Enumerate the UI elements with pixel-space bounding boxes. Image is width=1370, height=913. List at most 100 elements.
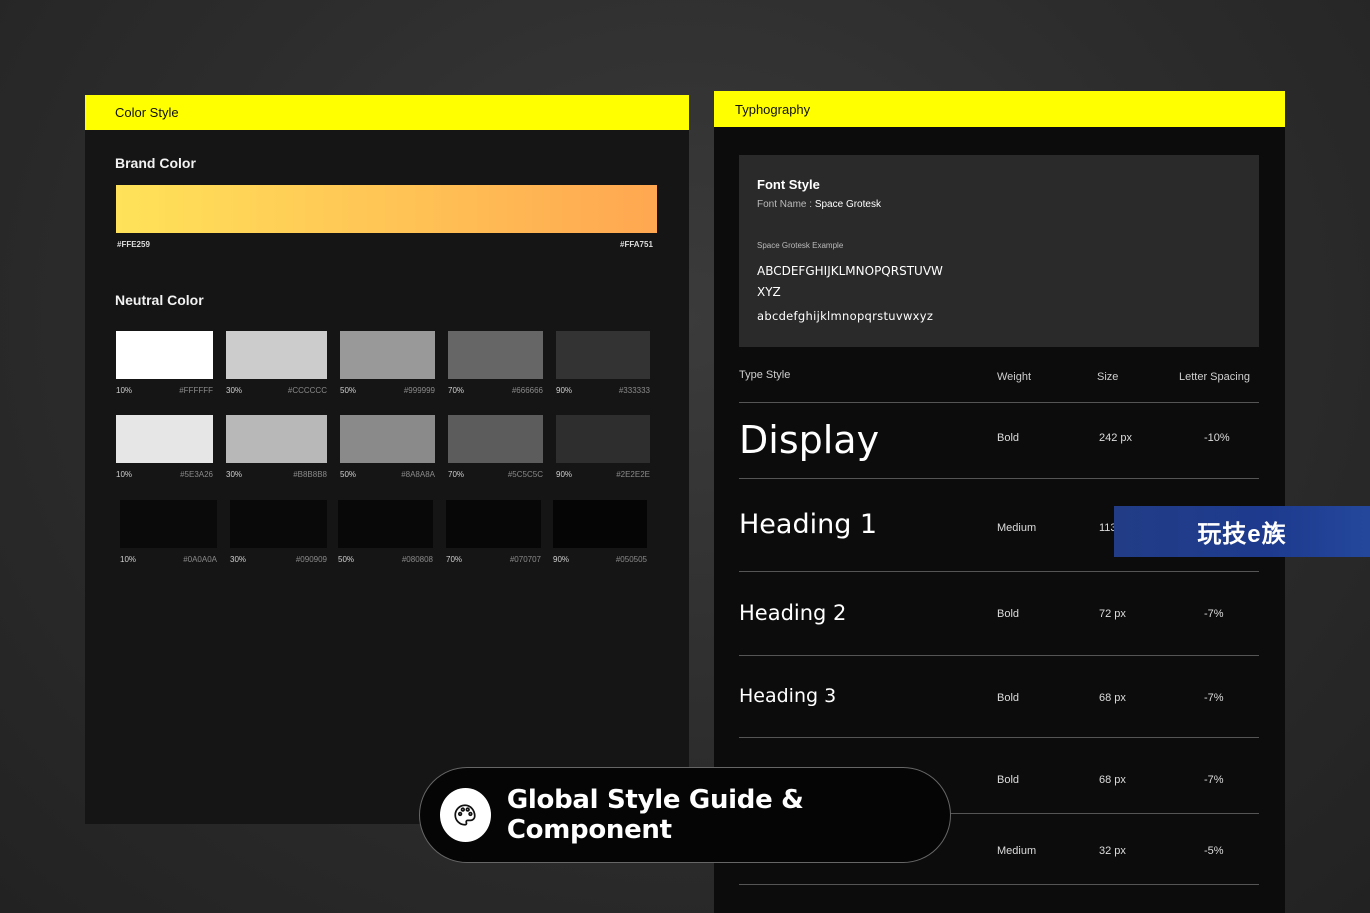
swatch-hex: #080808 [401, 555, 433, 564]
swatch-label: 70% #070707 [446, 555, 541, 564]
neutral-swatch [116, 331, 213, 379]
swatch-percent: 70% [448, 386, 465, 395]
swatch-hex: #070707 [509, 555, 541, 564]
font-style-title: Font Style [757, 177, 820, 192]
swatch-label: 30% #CCCCCC [226, 386, 327, 395]
swatch-label: 70% #5C5C5C [448, 470, 543, 479]
swatch-label: 10% #5E3A26 [116, 470, 213, 479]
swatch-hex: #999999 [403, 386, 435, 395]
neutral-swatch [116, 415, 213, 463]
type-spacing-value: -10% [1204, 432, 1230, 444]
neutral-swatch [340, 331, 435, 379]
swatch-percent: 50% [340, 470, 357, 479]
col-size: Size [1097, 371, 1119, 383]
swatch-percent: 90% [556, 386, 573, 395]
swatch-label: 30% #090909 [230, 555, 327, 564]
type-spacing-value: -7% [1204, 608, 1224, 620]
type-weight-value: Bold [997, 432, 1020, 444]
type-style-name: Heading 1 [739, 509, 878, 540]
uppercase-sample-1: ABCDEFGHIJKLMNOPQRSTUVW [757, 264, 943, 278]
swatch-label: 90% #050505 [553, 555, 647, 564]
type-weight-value: Bold [997, 608, 1020, 620]
type-weight-value: Bold [997, 774, 1020, 786]
col-weight: Weight [997, 371, 1032, 383]
swatch-hex: #090909 [295, 555, 327, 564]
lowercase-sample: abcdefghijklmnopqrstuvwxyz [757, 309, 934, 323]
swatch-label: 50% #080808 [338, 555, 433, 564]
swatch-percent: 30% [226, 470, 243, 479]
neutral-swatch [446, 500, 541, 548]
color-style-panel: Color Style Brand Color #FFE259 #FFA751 … [85, 95, 689, 824]
swatch-percent: 10% [120, 555, 137, 564]
neutral-swatch [226, 331, 327, 379]
neutral-swatch [226, 415, 327, 463]
swatch-percent: 30% [226, 386, 243, 395]
font-name-line: Font Name : Space Grotesk [757, 199, 881, 210]
swatch-hex: #8A8A8A [401, 470, 435, 479]
color-style-header: Color Style [85, 95, 689, 130]
swatch-percent: 10% [116, 470, 133, 479]
type-size-value: 72 px [1099, 608, 1126, 620]
swatch-percent: 70% [448, 470, 465, 479]
type-size-value: 68 px [1099, 774, 1126, 786]
swatch-percent: 30% [230, 555, 247, 564]
banner-title: Global Style Guide & Component [506, 785, 804, 845]
swatch-label: 90% #2E2E2E [556, 470, 650, 479]
swatch-percent: 90% [553, 555, 570, 564]
type-spacing-value: -7% [1204, 774, 1224, 786]
swatch-hex: #5E3A26 [180, 470, 213, 479]
style-guide-banner: Global Style Guide & Component [419, 767, 951, 863]
swatch-hex: #666666 [511, 386, 543, 395]
swatch-label: 30% #B8B8B8 [226, 470, 327, 479]
swatch-percent: 10% [116, 386, 133, 395]
type-size-value: 242 px [1099, 432, 1133, 444]
row-divider [739, 478, 1259, 479]
brand-end-hex: #FFA751 [620, 240, 653, 249]
type-style-name: Heading 3 [739, 685, 837, 707]
neutral-swatch [556, 415, 650, 463]
type-size-value: 68 px [1099, 692, 1126, 704]
neutral-swatch [230, 500, 327, 548]
neutral-swatch [340, 415, 435, 463]
neutral-swatch [448, 331, 543, 379]
type-size-value: 32 px [1099, 845, 1126, 857]
swatch-label: 10% #0A0A0A [120, 555, 217, 564]
type-style-name: Display [739, 418, 880, 462]
font-name-value: Space Grotesk [814, 199, 881, 210]
row-divider [739, 884, 1259, 885]
neutral-swatch [448, 415, 543, 463]
uppercase-sample-2: XYZ [757, 285, 781, 299]
neutral-color-title: Neutral Color [115, 292, 204, 308]
swatch-label: 90% #333333 [556, 386, 650, 395]
swatch-percent: 50% [340, 386, 357, 395]
row-divider [739, 655, 1259, 656]
font-name-label: Font Name : [757, 199, 815, 210]
type-weight-value: Medium [997, 845, 1037, 857]
col-type-style: Type Style [739, 369, 791, 381]
neutral-swatch [556, 331, 650, 379]
type-weight-value: Bold [997, 692, 1020, 704]
swatch-hex: #050505 [615, 555, 647, 564]
row-divider [739, 571, 1259, 572]
brand-start-hex: #FFE259 [117, 240, 150, 249]
swatch-label: 10% #FFFFFF [116, 386, 213, 395]
type-spacing-value: -7% [1204, 692, 1224, 704]
swatch-hex: #CCCCCC [287, 386, 327, 395]
swatch-hex: #2E2E2E [616, 470, 650, 479]
brand-gradient-swatch [116, 185, 657, 233]
row-divider [739, 402, 1259, 403]
type-spacing-value: -5% [1204, 845, 1224, 857]
swatch-percent: 50% [338, 555, 355, 564]
swatch-label: 50% #999999 [340, 386, 435, 395]
neutral-swatch [338, 500, 433, 548]
swatch-hex: #B8B8B8 [293, 470, 327, 479]
swatch-label: 70% #666666 [448, 386, 543, 395]
swatch-hex: #5C5C5C [507, 470, 543, 479]
type-weight-value: Medium [997, 522, 1037, 534]
swatch-percent: 90% [556, 470, 573, 479]
swatch-percent: 70% [446, 555, 463, 564]
watermark-badge: 玩技e族 [1114, 506, 1370, 557]
swatch-hex: #FFFFFF [179, 386, 213, 395]
swatch-hex: #333333 [618, 386, 650, 395]
typography-header: Typhography [714, 91, 1285, 127]
